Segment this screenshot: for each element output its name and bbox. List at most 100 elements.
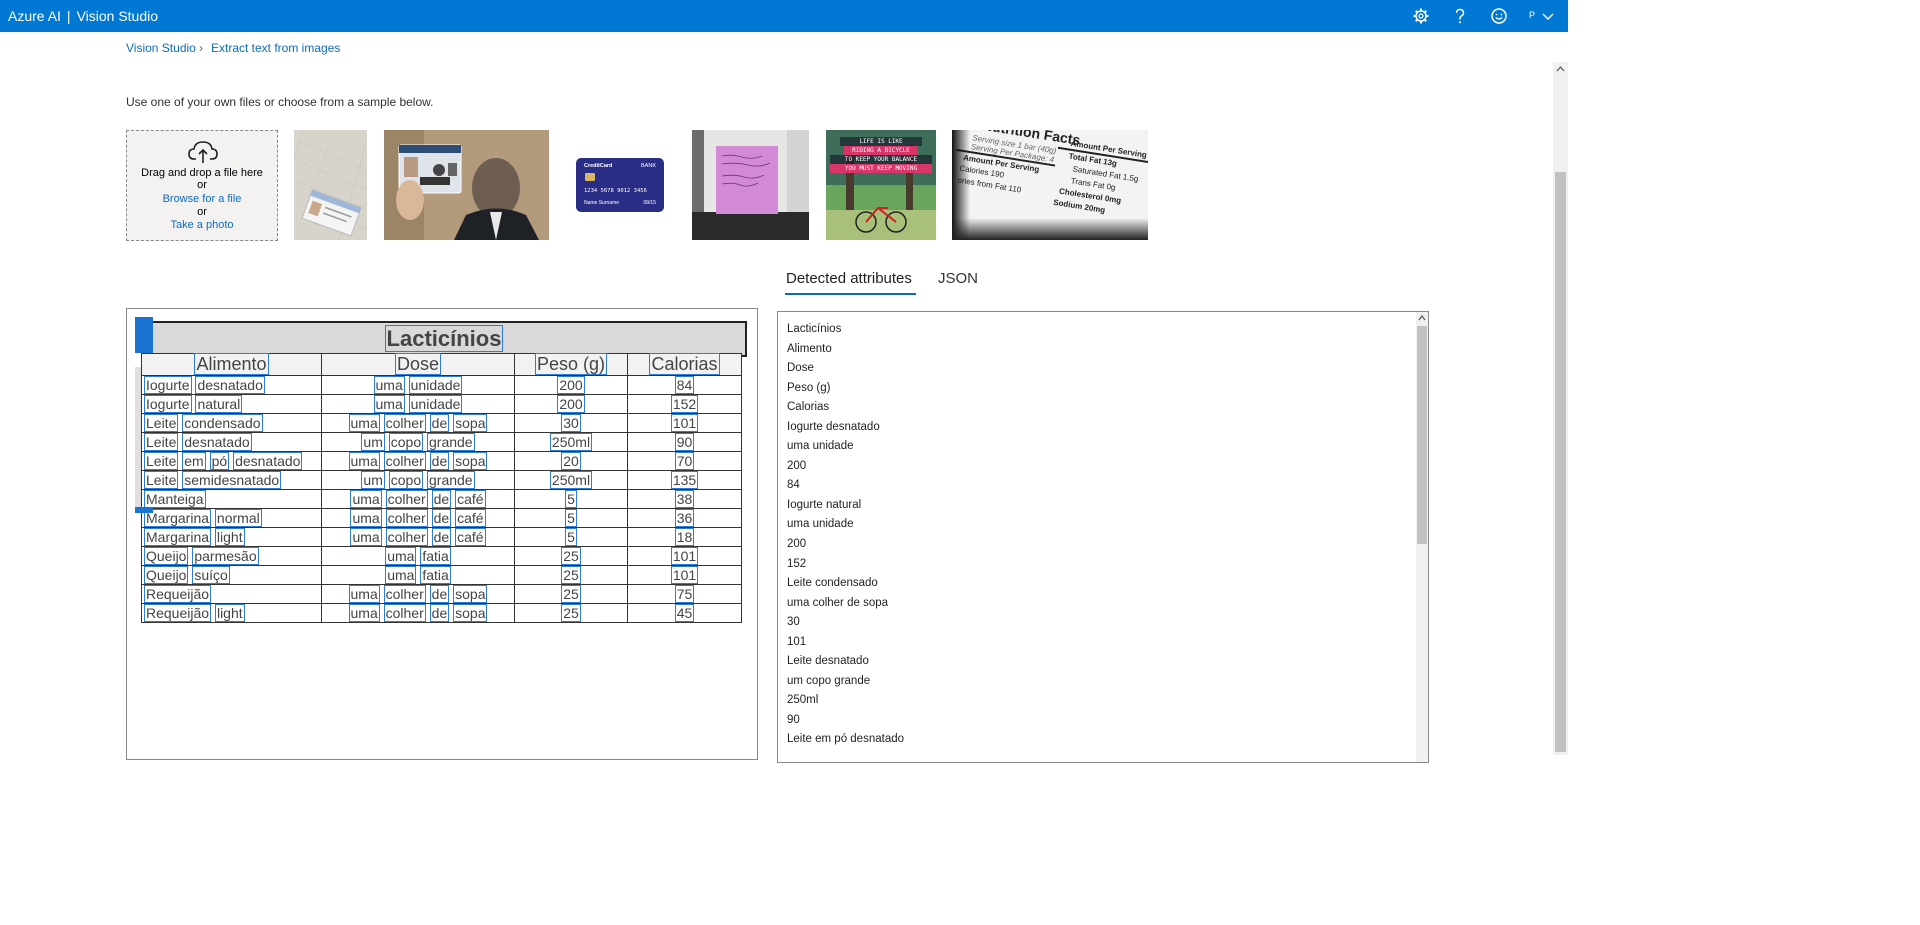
ocr-word-box[interactable]: de (431, 490, 452, 508)
ocr-word-box[interactable]: colher (383, 604, 426, 622)
ocr-word-box[interactable]: light (214, 528, 245, 546)
ocr-word-box[interactable]: 36 (674, 509, 695, 527)
ocr-word-box[interactable]: 20 (561, 452, 581, 470)
ocr-header-cell[interactable]: Peso (g) (534, 353, 608, 375)
ocr-word-box[interactable]: Queijo (144, 547, 189, 565)
ocr-word-box[interactable]: um (361, 471, 385, 489)
ocr-word-box[interactable]: uma (348, 585, 380, 603)
help-icon[interactable] (1450, 6, 1470, 26)
attribute-item[interactable]: um copo grande (787, 672, 904, 692)
ocr-word-box[interactable]: sopa (453, 452, 488, 470)
ocr-title-text[interactable]: Lacticínios (384, 325, 504, 352)
attribute-item[interactable]: 84 (787, 476, 904, 496)
ocr-word-box[interactable]: suíço (192, 566, 230, 584)
ocr-word-box[interactable]: 200 (557, 376, 585, 394)
sample-image-nutrition-facts[interactable]: Nutrition Facts Serving size 1 bar (40g)… (952, 130, 1148, 240)
file-dropzone[interactable]: Drag and drop a file here or Browse for … (126, 130, 278, 241)
ocr-word-box[interactable]: 200 (557, 395, 585, 413)
ocr-word-box[interactable]: desnatado (233, 452, 303, 470)
gear-icon[interactable] (1411, 6, 1431, 26)
ocr-word-box[interactable]: 5 (565, 528, 577, 546)
ocr-word-box[interactable]: de (429, 585, 450, 603)
ocr-word-box[interactable]: café (455, 490, 486, 508)
attribute-item[interactable]: Leite desnatado (787, 652, 904, 672)
ocr-word-box[interactable]: Margarina (144, 528, 212, 546)
brand[interactable]: Azure AI | Vision Studio (8, 8, 158, 24)
ocr-word-box[interactable]: pó (209, 452, 230, 470)
ocr-word-box[interactable]: de (429, 604, 450, 622)
ocr-word-box[interactable]: 38 (674, 490, 695, 508)
ocr-header-cell[interactable]: Dose (394, 353, 442, 375)
browse-file-link[interactable]: Browse for a file (127, 193, 277, 205)
attribute-item[interactable]: 200 (787, 535, 904, 555)
ocr-word-box[interactable]: 5 (565, 509, 577, 527)
ocr-word-box[interactable]: uma (348, 604, 380, 622)
ocr-word-box[interactable]: colher (383, 452, 426, 470)
ocr-word-box[interactable]: uma (385, 547, 417, 565)
ocr-word-box[interactable]: 101 (670, 547, 699, 565)
ocr-word-box[interactable]: 18 (674, 528, 695, 546)
tab-detected-attributes[interactable]: Detected attributes (786, 270, 912, 287)
ocr-word-box[interactable]: semidesnatado (182, 471, 282, 489)
ocr-word-box[interactable]: 25 (561, 566, 581, 584)
ocr-word-box[interactable]: de (429, 414, 450, 432)
selection-handle[interactable] (135, 507, 153, 513)
ocr-word-box[interactable]: sopa (453, 604, 488, 622)
ocr-word-box[interactable]: 101 (670, 566, 699, 584)
ocr-word-box[interactable]: Queijo (144, 566, 189, 584)
ocr-word-box[interactable]: 25 (561, 585, 581, 603)
attributes-scrollbar[interactable] (1416, 312, 1428, 762)
ocr-header-cell[interactable]: Alimento (194, 353, 269, 375)
attribute-item[interactable]: Leite em pó desnatado (787, 730, 904, 750)
ocr-word-box[interactable]: café (455, 528, 486, 546)
ocr-word-box[interactable]: uma (348, 414, 380, 432)
ocr-word-box[interactable]: Leite (144, 471, 179, 489)
ocr-word-box[interactable]: colher (385, 490, 428, 508)
ocr-word-box[interactable]: grande (427, 433, 475, 451)
attribute-item[interactable]: Leite condensado (787, 574, 904, 594)
ocr-word-box[interactable]: 5 (565, 490, 577, 508)
ocr-word-box[interactable]: 152 (670, 395, 699, 413)
ocr-word-box[interactable]: em (182, 452, 206, 470)
tab-json[interactable]: JSON (938, 270, 978, 287)
attribute-item[interactable]: 90 (787, 711, 904, 731)
ocr-word-box[interactable]: de (431, 509, 452, 527)
ocr-word-box[interactable]: fatia (420, 566, 451, 584)
ocr-word-box[interactable]: Margarina (144, 509, 212, 527)
ocr-word-box[interactable]: Requeijão (144, 604, 212, 622)
ocr-word-box[interactable]: 101 (670, 414, 699, 432)
ocr-word-box[interactable]: copo (388, 471, 424, 489)
avatar[interactable]: P (1529, 10, 1535, 20)
ocr-word-box[interactable]: uma (350, 509, 382, 527)
ocr-word-box[interactable]: uma (385, 566, 417, 584)
attribute-item[interactable]: Calorias (787, 398, 904, 418)
attribute-item[interactable]: Dose (787, 359, 904, 379)
attribute-item[interactable]: 152 (787, 555, 904, 575)
ocr-word-box[interactable]: um (361, 433, 385, 451)
ocr-word-box[interactable]: Requeijão (144, 585, 212, 603)
ocr-word-box[interactable]: café (455, 509, 486, 527)
ocr-word-box[interactable]: colher (383, 585, 426, 603)
attribute-item[interactable]: 30 (787, 613, 904, 633)
attribute-item[interactable]: Iogurte natural (787, 496, 904, 516)
ocr-word-box[interactable]: desnatado (182, 433, 252, 451)
attribute-item[interactable]: 200 (787, 457, 904, 477)
ocr-word-box[interactable]: de (429, 452, 450, 470)
scroll-up-icon[interactable] (1418, 315, 1426, 321)
ocr-word-box[interactable]: colher (383, 414, 426, 432)
sample-image-bicycle-poster[interactable]: LIFE IS LIKE RIDING A BICYCLE TO KEEP YO… (826, 130, 936, 240)
ocr-word-box[interactable]: 45 (674, 604, 695, 622)
attribute-item[interactable]: Lacticínios (787, 320, 904, 340)
page-scroll-thumb[interactable] (1555, 172, 1566, 752)
sample-image-person-id[interactable] (384, 130, 549, 240)
ocr-word-box[interactable]: Leite (144, 452, 179, 470)
ocr-word-box[interactable]: 25 (561, 547, 581, 565)
attribute-item[interactable]: 250ml (787, 691, 904, 711)
ocr-word-box[interactable]: colher (385, 528, 428, 546)
ocr-word-box[interactable]: colher (385, 509, 428, 527)
ocr-word-box[interactable]: uma (373, 376, 405, 394)
ocr-word-box[interactable]: 90 (674, 433, 695, 451)
ocr-word-box[interactable]: unidade (408, 376, 463, 394)
scroll-up-icon[interactable] (1556, 66, 1565, 72)
ocr-word-box[interactable]: parmesão (192, 547, 259, 565)
